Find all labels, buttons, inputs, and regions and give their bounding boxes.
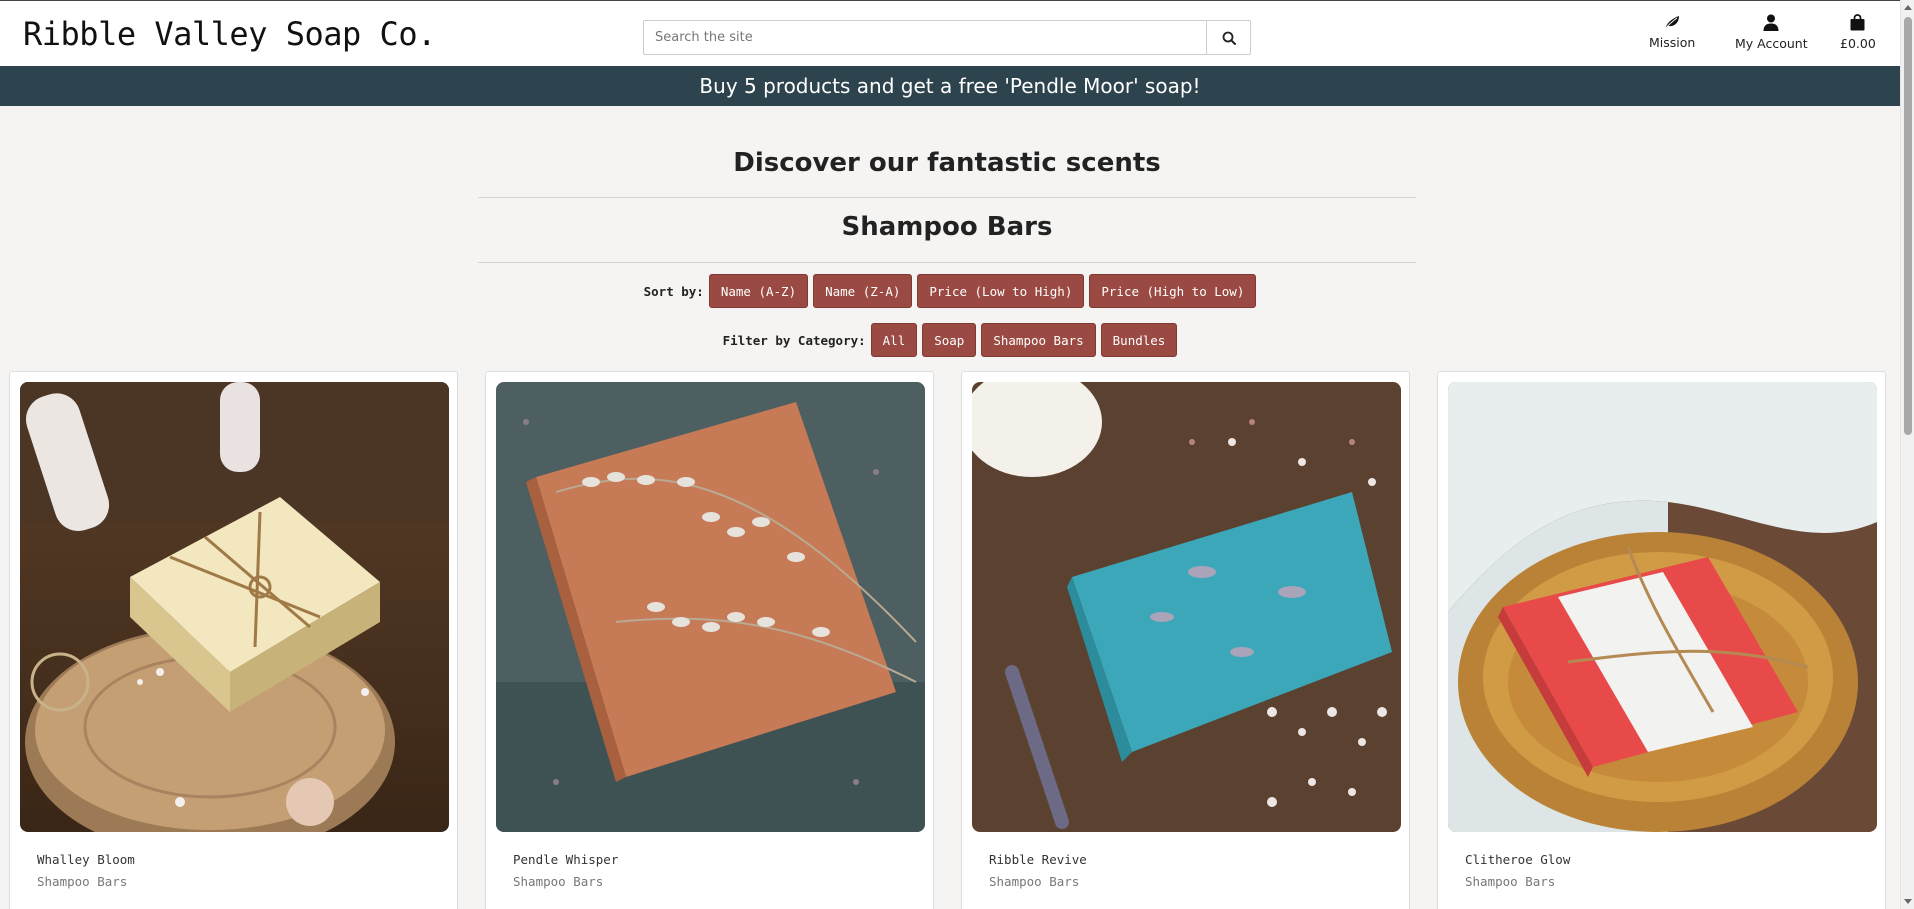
product-category[interactable]: Shampoo Bars [1465,874,1555,889]
product-image[interactable] [1448,382,1877,832]
product-name[interactable]: Whalley Bloom [37,852,135,867]
product-category[interactable]: Shampoo Bars [37,874,127,889]
nav-account-label: My Account [1735,36,1808,51]
search-form [643,20,1251,55]
page-scrollbar[interactable] [1900,0,1914,909]
filter-soap-button[interactable]: Soap [922,323,977,357]
divider-top [478,197,1416,198]
filter-bar: Filter by Category: All Soap Shampoo Bar… [0,323,1900,357]
product-name[interactable]: Pendle Whisper [513,852,618,867]
site-header: Ribble Valley Soap Co. Mission My Accoun… [0,1,1900,66]
divider-bottom [478,262,1416,263]
search-icon [1222,31,1236,45]
filter-all-button[interactable]: All [870,323,918,357]
page-heading: Discover our fantastic scents [733,148,1161,178]
nav-mission-label: Mission [1649,35,1696,50]
sort-bar: Sort by: Name (A-Z) Name (Z-A) Price (Lo… [0,274,1900,308]
product-name[interactable]: Ribble Revive [989,852,1087,867]
brand-logo-text[interactable]: Ribble Valley Soap Co. [23,15,436,53]
product-image[interactable] [972,382,1401,832]
nav-my-account[interactable]: My Account [1735,14,1808,51]
nav-basket[interactable]: £0.00 [1840,14,1876,51]
scroll-up-arrow-icon[interactable] [1904,5,1912,10]
product-card[interactable]: Whalley Bloom Shampoo Bars [9,371,458,909]
filter-shampoo-bars-button[interactable]: Shampoo Bars [981,323,1096,357]
shopping-bag-icon [1850,14,1865,31]
user-icon [1763,14,1779,31]
product-image[interactable] [20,382,449,832]
sort-price-low-high-button[interactable]: Price (Low to High) [917,274,1085,308]
product-image[interactable] [496,382,925,832]
product-name[interactable]: Clitheroe Glow [1465,852,1570,867]
product-card[interactable]: Clitheroe Glow Shampoo Bars [1437,371,1886,909]
scroll-down-arrow-icon[interactable] [1904,899,1912,904]
product-card[interactable]: Ribble Revive Shampoo Bars [961,371,1410,909]
sort-name-asc-button[interactable]: Name (A-Z) [708,274,809,308]
product-category[interactable]: Shampoo Bars [989,874,1079,889]
search-input[interactable] [644,21,1206,54]
sort-price-high-low-button[interactable]: Price (High to Low) [1089,274,1257,308]
filter-label: Filter by Category: [722,332,866,348]
promo-banner-text: Buy 5 products and get a free 'Pendle Mo… [699,74,1201,98]
product-card[interactable]: Pendle Whisper Shampoo Bars [485,371,934,909]
category-title: Shampoo Bars [841,212,1053,242]
leaf-icon [1664,16,1680,30]
sort-name-desc-button[interactable]: Name (Z-A) [813,274,913,308]
basket-total: £0.00 [1840,36,1876,51]
scrollbar-thumb[interactable] [1904,17,1912,435]
nav-mission[interactable]: Mission [1649,14,1695,50]
search-button[interactable] [1206,21,1250,54]
sort-label: Sort by: [643,283,704,299]
product-category[interactable]: Shampoo Bars [513,874,603,889]
promo-banner: Buy 5 products and get a free 'Pendle Mo… [0,66,1900,106]
filter-bundles-button[interactable]: Bundles [1100,323,1178,357]
